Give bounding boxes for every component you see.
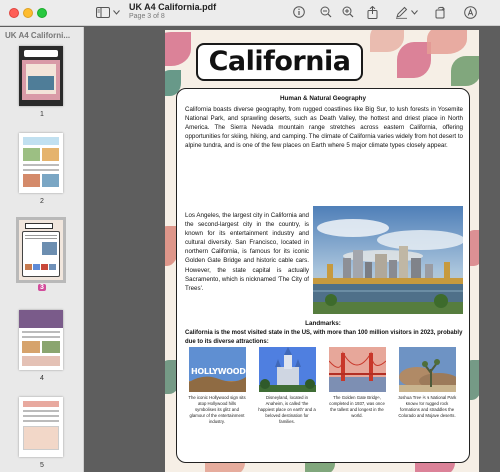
rotate-icon[interactable] <box>433 3 447 21</box>
geography-paragraph: California boasts diverse geography, fro… <box>185 106 463 149</box>
page-thumbnail-3[interactable] <box>16 217 66 283</box>
page-number-label: 4 <box>40 375 44 382</box>
minimize-window-button[interactable] <box>23 8 33 18</box>
golden-gate-bridge-photo <box>329 347 386 392</box>
close-window-button[interactable] <box>9 8 19 18</box>
page-title-box: California <box>196 43 363 81</box>
page-thumbnail-4[interactable] <box>19 310 63 370</box>
landmark-caption-hollywood: The iconic Hollywood sign sits atop Holl… <box>188 395 246 424</box>
cities-paragraph: Los Angeles, the largest city in Califor… <box>185 212 309 292</box>
flower-decoration <box>370 30 404 52</box>
flower-decoration <box>397 42 431 78</box>
city-skyline-photo <box>313 206 463 314</box>
landmarks-intro: California is the most visited state in … <box>185 330 463 345</box>
share-icon[interactable] <box>365 3 379 21</box>
document-title: UK A4 California.pdf <box>129 2 217 12</box>
content-card: Human & Natural Geography California boa… <box>176 88 470 463</box>
accessibility-form-icon[interactable] <box>463 3 477 21</box>
copyright-footer: © Lost in Learning 2024 <box>376 398 432 404</box>
chevron-down-icon[interactable] <box>112 3 120 21</box>
markup-pen-icon[interactable] <box>394 3 408 21</box>
page-indicator: Page 3 of 8 <box>129 13 165 20</box>
page-number-label: 2 <box>40 198 44 205</box>
flower-decoration <box>165 32 191 66</box>
sidebar-toggle-icon[interactable] <box>96 3 110 21</box>
page-number-label-selected: 3 <box>38 284 46 291</box>
sidebar-document-title: UK A4 Californi... <box>5 31 71 40</box>
joshua-tree-photo <box>399 347 456 392</box>
disneyland-castle-photo <box>259 347 316 392</box>
maximize-window-button[interactable] <box>37 8 47 18</box>
page-number-label: 5 <box>40 462 44 469</box>
zoom-out-icon[interactable] <box>319 3 333 21</box>
title-bar: UK A4 California.pdf Page 3 of 8 <box>0 0 500 26</box>
hollywood-sign-photo: HOLLYWOOD <box>189 347 246 392</box>
landmark-caption-disneyland: Disneyland, located in Anaheim, is calle… <box>258 395 316 424</box>
page-thumbnail-5[interactable] <box>19 397 63 457</box>
document-view[interactable]: California Human & Natural Geography Cal… <box>85 27 500 472</box>
markup-dropdown-icon[interactable] <box>410 3 418 21</box>
thumbnail-sidebar: UK A4 Californi... 1 2 3 4 5 <box>0 27 84 472</box>
geography-heading: Human & Natural Geography <box>279 95 367 102</box>
page-title: California <box>208 46 351 77</box>
pdf-page: California Human & Natural Geography Cal… <box>165 30 479 472</box>
info-icon[interactable] <box>292 3 306 21</box>
page-thumbnail-1[interactable] <box>19 46 63 106</box>
zoom-in-icon[interactable] <box>341 3 355 21</box>
flower-decoration <box>427 30 467 54</box>
cactus-decoration <box>451 56 479 86</box>
page-number-label: 1 <box>40 111 44 118</box>
landmarks-heading: Landmarks: <box>305 320 341 327</box>
hollywood-sign-text: HOLLYWOOD <box>191 367 246 376</box>
page-thumbnail-2[interactable] <box>19 133 63 193</box>
